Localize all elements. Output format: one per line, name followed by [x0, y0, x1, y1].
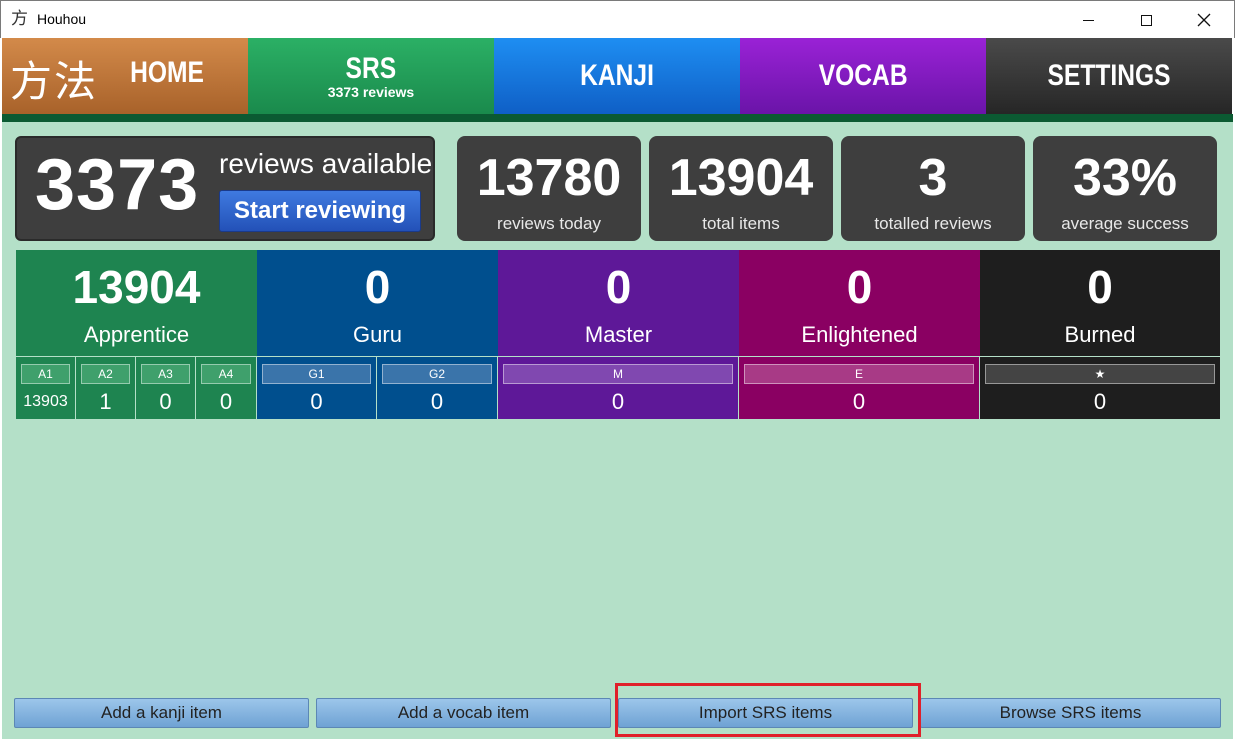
maximize-icon: [1140, 14, 1152, 26]
sublevel-e[interactable]: E 0: [739, 357, 979, 419]
stat-label: reviews today: [497, 214, 601, 233]
nav-home-label: HOME: [130, 56, 204, 89]
nav-home-tab[interactable]: 方法 HOME: [2, 38, 248, 114]
stat-total-items: 13904 total items: [649, 136, 833, 241]
level-master[interactable]: 0 Master: [498, 250, 739, 356]
reviews-available-label: reviews available: [219, 148, 433, 179]
sublevel-g1[interactable]: G1 0: [257, 357, 376, 419]
sublevel-tag: G1: [262, 364, 371, 384]
highlight-box: [615, 683, 921, 737]
sublevel-tag: A2: [81, 364, 130, 384]
main-nav: 方法 HOME SRS 3373 reviews KANJI VOCAB SET…: [2, 38, 1233, 114]
sublevel-m[interactable]: M 0: [498, 357, 738, 419]
sublevel-tag: G2: [382, 364, 492, 384]
stat-reviews-today: 13780 reviews today: [457, 136, 641, 241]
level-name: Master: [584, 322, 653, 347]
stat-totalled-reviews: 3 totalled reviews: [841, 136, 1025, 241]
app-icon: 方: [11, 9, 28, 29]
stat-value: 3: [918, 149, 948, 207]
stat-label: total items: [702, 214, 780, 233]
level-count: 13904: [72, 261, 201, 313]
reviews-available-panel: 3373 reviews available Start reviewing: [15, 136, 435, 241]
stat-value: 13780: [476, 149, 622, 207]
add-kanji-item-button[interactable]: Add a kanji item: [14, 698, 309, 728]
level-count: 0: [1087, 261, 1113, 313]
sublevel-value: 0: [611, 389, 625, 414]
sublevel-tag: A4: [201, 364, 251, 384]
nav-srs-tab[interactable]: SRS 3373 reviews: [248, 38, 494, 114]
nav-vocab-tab[interactable]: VOCAB: [740, 38, 986, 114]
stat-average-success: 33% average success: [1033, 136, 1217, 241]
sublevel-value: 0: [852, 389, 866, 414]
stat-value: 33%: [1072, 149, 1178, 207]
sublevel-tag: M: [503, 364, 733, 384]
level-apprentice[interactable]: 13904 Apprentice: [16, 250, 257, 356]
add-vocab-item-button[interactable]: Add a vocab item: [316, 698, 611, 728]
sublevel-tag: E: [744, 364, 974, 384]
maximize-button[interactable]: [1117, 1, 1175, 39]
nav-kanji-label: KANJI: [580, 59, 654, 92]
stat-label: average success: [1061, 214, 1189, 233]
nav-settings-tab[interactable]: SETTINGS: [986, 38, 1232, 114]
sublevel-value: 0: [1093, 389, 1107, 414]
level-name: Guru: [353, 322, 402, 347]
sublevel-value: 1: [99, 389, 112, 414]
stat-value: 13904: [668, 149, 814, 207]
sublevel-value: 0: [219, 389, 233, 414]
sublevel-tag: A1: [21, 364, 70, 384]
nav-settings-label: SETTINGS: [1047, 59, 1171, 92]
reviews-available-count: 3373: [35, 145, 200, 225]
nav-kanji-tab[interactable]: KANJI: [494, 38, 740, 114]
sublevel-tag: A3: [141, 364, 190, 384]
level-count: 0: [846, 261, 873, 313]
level-count: 0: [364, 261, 391, 313]
level-count: 0: [605, 261, 632, 313]
sublevel-a4[interactable]: A4 0: [196, 357, 256, 419]
level-guru[interactable]: 0 Guru: [257, 250, 498, 356]
sublevel-a3[interactable]: A3 0: [136, 357, 195, 419]
window-title: Houhou: [37, 11, 87, 27]
minimize-icon: [1082, 19, 1094, 21]
minimize-button[interactable]: [1059, 1, 1117, 39]
app-logo: 方法: [10, 57, 99, 106]
level-enlightened[interactable]: 0 Enlightened: [739, 250, 980, 356]
level-name: Enlightened: [801, 322, 918, 347]
window-titlebar: 方 Houhou: [0, 0, 1235, 38]
sublevel-value: 0: [310, 389, 323, 414]
close-icon: [1197, 13, 1211, 27]
sublevel-a2[interactable]: A2 1: [76, 357, 135, 419]
sublevel-value: 0: [430, 389, 444, 414]
level-name: Burned: [1064, 322, 1136, 347]
level-name: Apprentice: [83, 322, 190, 347]
srs-main-panel: 3373 reviews available Start reviewing 1…: [2, 122, 1233, 739]
browse-srs-items-button[interactable]: Browse SRS items: [920, 698, 1221, 728]
sublevel-burned[interactable]: ★ 0: [980, 357, 1220, 419]
nav-srs-label: SRS: [345, 52, 397, 85]
start-reviewing-button[interactable]: Start reviewing: [219, 190, 421, 232]
sublevel-tag: ★: [985, 364, 1215, 384]
nav-srs-reviews-count: 3373 reviews: [327, 84, 415, 100]
level-burned[interactable]: 0 Burned: [980, 250, 1220, 356]
sublevel-g2[interactable]: G2 0: [377, 357, 497, 419]
nav-accent-strip: [2, 114, 1233, 122]
sublevel-a1[interactable]: A1 13903: [16, 357, 75, 419]
sublevel-value: 0: [159, 389, 172, 414]
sublevel-value: 13903: [23, 393, 68, 410]
nav-vocab-label: VOCAB: [818, 59, 908, 92]
stat-label: totalled reviews: [874, 214, 992, 233]
close-button[interactable]: [1175, 1, 1233, 39]
